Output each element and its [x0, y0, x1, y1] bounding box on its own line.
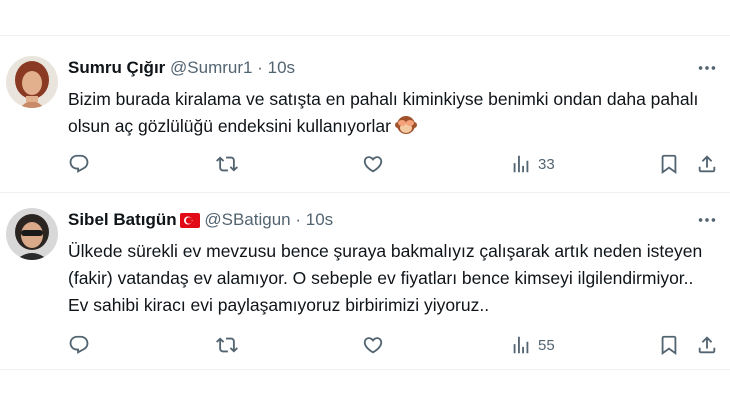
- bookmark-icon: [658, 153, 680, 175]
- views-count: 33: [538, 155, 555, 173]
- tweet-text: Bizim burada kiralama ve satışta en paha…: [68, 86, 718, 144]
- action-bar: 33: [68, 152, 728, 176]
- avatar-image: [6, 56, 58, 108]
- retweet-button[interactable]: [216, 333, 238, 357]
- reply-icon: [68, 153, 90, 175]
- like-button[interactable]: [362, 333, 384, 357]
- reply-button[interactable]: [68, 333, 90, 357]
- separator: ·: [257, 58, 263, 77]
- see-no-evil-monkey-icon: [394, 114, 417, 144]
- turkey-flag-icon: [179, 212, 200, 234]
- retweet-icon: [216, 153, 238, 175]
- tweet-header: Sibel Batıgün @SBatigun · 10s: [68, 209, 333, 234]
- action-bar: 55: [68, 333, 728, 357]
- share-button[interactable]: [696, 152, 718, 176]
- share-icon: [696, 153, 718, 175]
- views-button[interactable]: 55: [510, 333, 555, 357]
- analytics-icon: [510, 153, 532, 175]
- share-icon: [696, 334, 718, 356]
- user-handle[interactable]: @SBatigun: [204, 210, 290, 229]
- avatar[interactable]: [6, 56, 58, 108]
- heart-icon: [362, 153, 384, 175]
- bookmark-icon: [658, 334, 680, 356]
- like-button[interactable]: [362, 152, 384, 176]
- tweet-text: Ülkede sürekli ev mevzusu bence şuraya b…: [68, 241, 703, 315]
- share-button[interactable]: [696, 333, 718, 357]
- timestamp[interactable]: 10s: [268, 58, 295, 77]
- analytics-icon: [510, 334, 532, 356]
- separator: ·: [295, 210, 302, 229]
- more-icon[interactable]: [696, 57, 718, 79]
- tweet[interactable]: Sumru Çığır @Sumrur1 · 10s Bizim burada …: [0, 36, 730, 193]
- display-name[interactable]: Sibel Batıgün: [68, 210, 177, 229]
- bookmark-button[interactable]: [658, 333, 680, 357]
- retweet-icon: [216, 334, 238, 356]
- tweet-header: Sumru Çığır @Sumrur1 · 10s: [68, 57, 295, 79]
- views-button[interactable]: 33: [510, 152, 555, 176]
- display-name[interactable]: Sumru Çığır: [68, 58, 165, 77]
- more-icon[interactable]: [696, 209, 718, 231]
- avatar-image: [6, 208, 58, 260]
- bookmark-button[interactable]: [658, 152, 680, 176]
- avatar[interactable]: [6, 208, 58, 260]
- user-handle[interactable]: @Sumrur1: [170, 58, 252, 77]
- views-count: 55: [538, 336, 555, 354]
- reply-icon: [68, 334, 90, 356]
- timestamp[interactable]: 10s: [306, 210, 333, 229]
- tweet[interactable]: Sibel Batıgün @SBatigun · 10s Ülkede sür…: [0, 193, 730, 370]
- heart-icon: [362, 334, 384, 356]
- tweet-text-content: Bizim burada kiralama ve satışta en paha…: [68, 89, 699, 136]
- top-divider: [0, 0, 730, 36]
- retweet-button[interactable]: [216, 152, 238, 176]
- reply-button[interactable]: [68, 152, 90, 176]
